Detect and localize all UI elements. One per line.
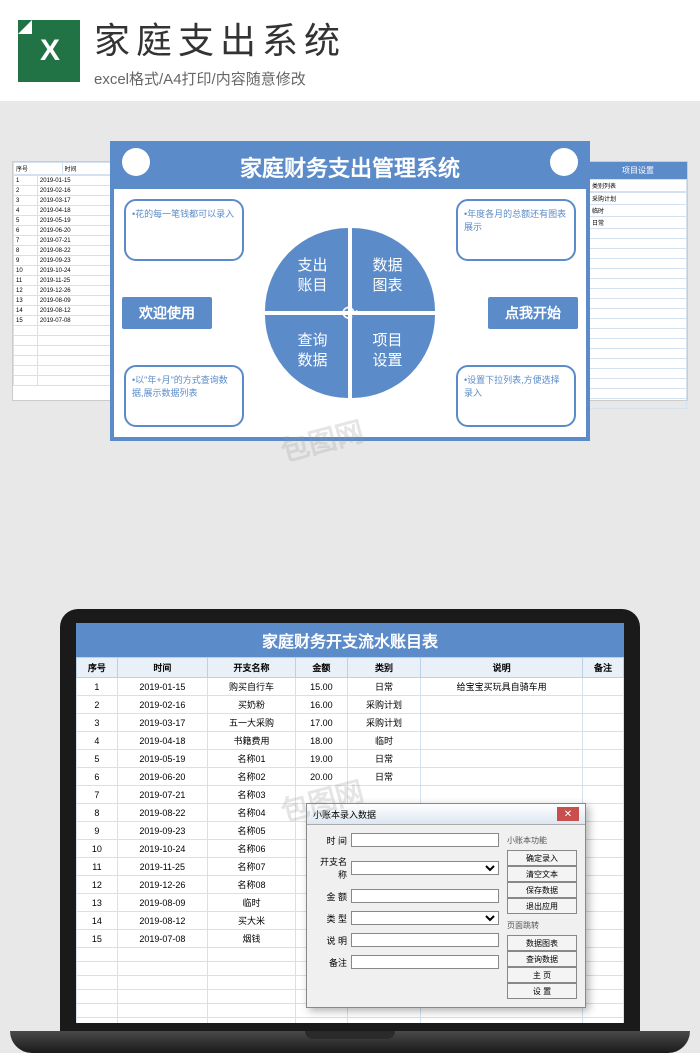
dialog-button[interactable]: 清空文本 bbox=[507, 866, 577, 882]
bg-sheet-left: 序号时间 12019-01-1522019-02-1632019-03-1742… bbox=[12, 161, 112, 401]
input-dialog: 小账本录入数据 ✕ 时 间 开支名称 金 额 类 型 说 明 备注 小账本功能 … bbox=[306, 803, 586, 1008]
dialog-button[interactable]: 设 置 bbox=[507, 983, 577, 999]
input-remark[interactable] bbox=[351, 955, 499, 969]
input-name[interactable] bbox=[351, 861, 499, 875]
table-row[interactable]: 32019-03-17五一大采购17.00采购计划 bbox=[77, 714, 624, 732]
btn-group1-label: 小账本功能 bbox=[507, 835, 577, 846]
dialog-body: 时 间 开支名称 金 额 类 型 说 明 备注 小账本功能 确定录入清空文本保存… bbox=[307, 825, 585, 1007]
form-column: 时 间 开支名称 金 额 类 型 说 明 备注 bbox=[315, 833, 499, 999]
label-name: 开支名称 bbox=[315, 855, 347, 881]
input-time[interactable] bbox=[351, 833, 499, 847]
bg-sheet-right: 项目设置 类别列表 采购计划临时日常 bbox=[588, 161, 688, 401]
info-box-bl: •以"年+月"的方式查询数据,展示数据列表 bbox=[124, 365, 244, 427]
excel-icon: X bbox=[18, 20, 80, 82]
laptop-base bbox=[10, 1031, 690, 1053]
screen: 家庭财务开支流水账目表 序号时间开支名称金额类别说明备注 12019-01-15… bbox=[76, 623, 624, 1023]
main-panel: 家庭财务支出管理系统 •花的每一笔钱都可以录入 •年度各月的总额还有图表展示 •… bbox=[110, 141, 590, 441]
table-row[interactable]: 22019-02-16买奶粉16.00采购计划 bbox=[77, 696, 624, 714]
table-row[interactable]: 62019-06-20名称0220.00日常 bbox=[77, 768, 624, 786]
laptop-mockup: 家庭财务开支流水账目表 序号时间开支名称金额类别说明备注 12019-01-15… bbox=[10, 609, 690, 1053]
screen-frame: 家庭财务开支流水账目表 序号时间开支名称金额类别说明备注 12019-01-15… bbox=[60, 609, 640, 1031]
info-box-tl: •花的每一笔钱都可以录入 bbox=[124, 199, 244, 261]
main-title: 家庭支出系统 bbox=[94, 12, 682, 64]
close-icon[interactable]: ✕ bbox=[557, 807, 579, 821]
welcome-button[interactable]: 欢迎使用 bbox=[122, 297, 212, 329]
panel-title: 家庭财务支出管理系统 bbox=[114, 145, 586, 189]
table-row[interactable]: 52019-05-19名称0119.00日常 bbox=[77, 750, 624, 768]
ledger-header: 类别 bbox=[347, 658, 421, 678]
ledger-header: 序号 bbox=[77, 658, 118, 678]
input-amount[interactable] bbox=[351, 889, 499, 903]
dialog-button[interactable]: 查询数据 bbox=[507, 951, 577, 967]
ledger-title: 家庭财务开支流水账目表 bbox=[76, 623, 624, 657]
header-text: 家庭支出系统 excel格式/A4打印/内容随意修改 bbox=[94, 12, 682, 89]
label-note: 说 明 bbox=[315, 934, 347, 947]
info-box-br: •设置下拉列表,方便选择录入 bbox=[456, 365, 576, 427]
middle-section: 序号时间 12019-01-1522019-02-1632019-03-1742… bbox=[0, 101, 700, 481]
dialog-button[interactable]: 主 页 bbox=[507, 967, 577, 983]
btn-group2-label: 页面跳转 bbox=[507, 920, 577, 931]
table-row[interactable] bbox=[77, 1018, 624, 1024]
ledger-header: 金额 bbox=[296, 658, 348, 678]
dialog-title-text: 小账本录入数据 bbox=[313, 808, 376, 821]
page-header: X 家庭支出系统 excel格式/A4打印/内容随意修改 bbox=[0, 0, 700, 101]
button-column: 小账本功能 确定录入清空文本保存数据退出应用 页面跳转 数据图表查询数据主 页设… bbox=[507, 833, 577, 999]
ledger-header: 备注 bbox=[583, 658, 624, 678]
start-button[interactable]: 点我开始 bbox=[488, 297, 578, 329]
title-circle-right bbox=[550, 148, 578, 176]
input-type[interactable] bbox=[351, 911, 499, 925]
diagram: •花的每一笔钱都可以录入 •年度各月的总额还有图表展示 •以"年+月"的方式查询… bbox=[114, 189, 586, 437]
label-remark: 备注 bbox=[315, 956, 347, 969]
center-circle: 支出账目 数据图表 查询数据 项目设置 ⟳ bbox=[265, 228, 435, 398]
ledger-header: 开支名称 bbox=[207, 658, 295, 678]
sync-icon: ⟳ bbox=[335, 298, 365, 328]
table-row[interactable]: 12019-01-15购买自行车15.00日常给宝宝买玩具自骑车用 bbox=[77, 678, 624, 696]
dialog-titlebar[interactable]: 小账本录入数据 ✕ bbox=[307, 804, 585, 825]
label-type: 类 型 bbox=[315, 912, 347, 925]
input-note[interactable] bbox=[351, 933, 499, 947]
table-row[interactable]: 42019-04-18书籍费用18.00临时 bbox=[77, 732, 624, 750]
dialog-button[interactable]: 数据图表 bbox=[507, 935, 577, 951]
dialog-button[interactable]: 退出应用 bbox=[507, 898, 577, 914]
sub-title: excel格式/A4打印/内容随意修改 bbox=[94, 68, 682, 89]
label-time: 时 间 bbox=[315, 834, 347, 847]
table-row[interactable]: 72019-07-21名称03 bbox=[77, 786, 624, 804]
label-amount: 金 额 bbox=[315, 890, 347, 903]
ledger-header: 时间 bbox=[117, 658, 207, 678]
dialog-button[interactable]: 确定录入 bbox=[507, 850, 577, 866]
title-circle-left bbox=[122, 148, 150, 176]
ledger-header: 说明 bbox=[421, 658, 583, 678]
info-box-tr: •年度各月的总额还有图表展示 bbox=[456, 199, 576, 261]
dialog-button[interactable]: 保存数据 bbox=[507, 882, 577, 898]
